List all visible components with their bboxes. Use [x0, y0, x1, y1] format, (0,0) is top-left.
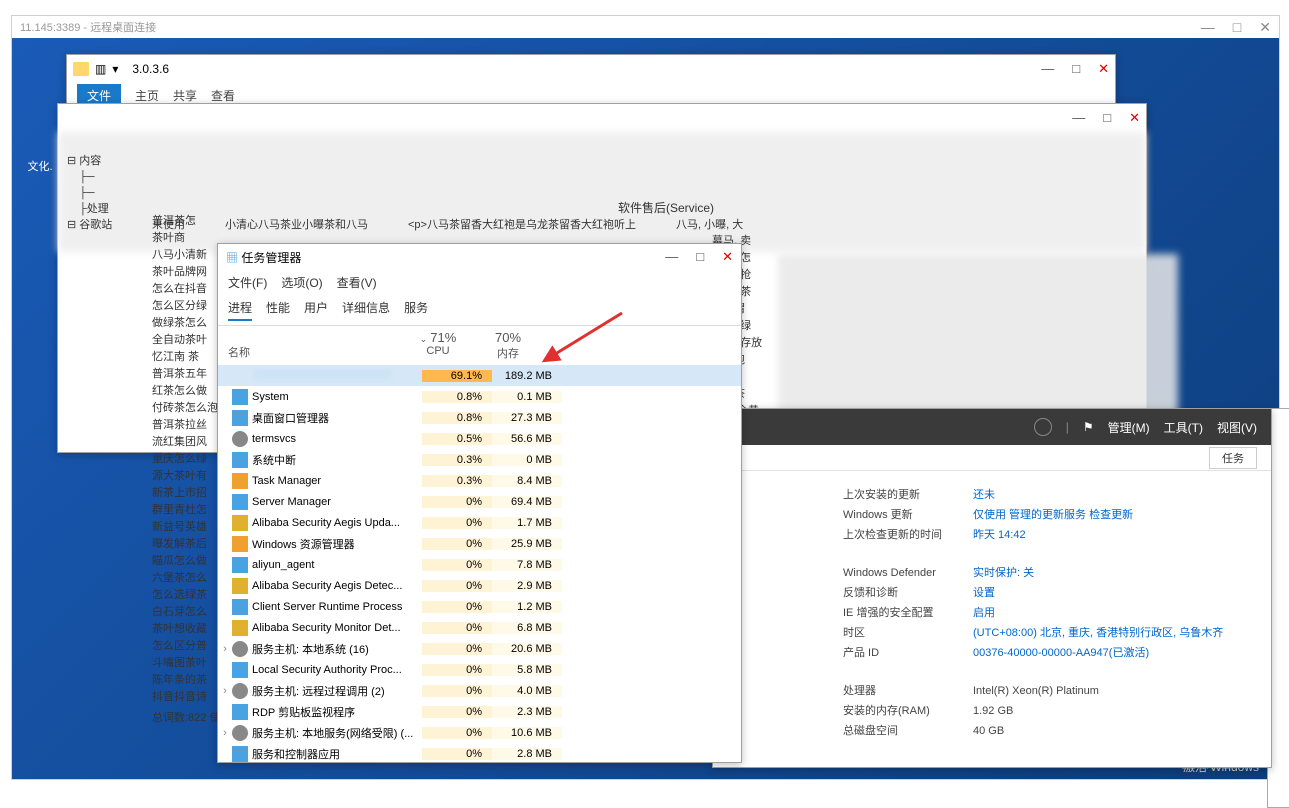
process-row[interactable]: ›服务主机: 远程过程调用 (2)0%4.0 MB — [218, 680, 741, 701]
qat-down-icon[interactable]: ▾ — [112, 62, 118, 76]
menu-manage[interactable]: 管理(M) — [1108, 419, 1150, 436]
process-row[interactable]: ›服务主机: 本地服务(网络受限) (...0%10.6 MB — [218, 722, 741, 743]
tree-item[interactable]: 谷歌站 — [79, 219, 112, 231]
info-row: 上次安装的更新还未 — [843, 485, 1251, 505]
info-row: 时区(UTC+08:00) 北京, 重庆, 香港特别行政区, 乌鲁木齐 — [843, 623, 1251, 643]
menu-view[interactable]: 查看(V) — [337, 274, 377, 291]
tab-details[interactable]: 详细信息 — [342, 299, 390, 321]
qat-doc-icon[interactable]: ▥ — [95, 62, 106, 76]
tm-columns: 名称 ⌄ 71%CPU 70%内存 — [218, 326, 741, 365]
win-min-icon[interactable]: — — [665, 249, 678, 265]
tab-home[interactable]: 主页 — [135, 87, 159, 104]
process-row[interactable]: 系统中断0.3%0 MB — [218, 449, 741, 470]
info-row: IE 增强的安全配置启用 — [843, 603, 1251, 623]
menu-options[interactable]: 选项(O) — [281, 274, 322, 291]
info-row: 安装的内存(RAM)1.92 GB — [843, 701, 1251, 721]
process-row[interactable]: aliyun_agent0%7.8 MB — [218, 554, 741, 575]
process-row[interactable]: ›服务主机: 本地系统 (16)0%20.6 MB — [218, 638, 741, 659]
info-row: 总磁盘空间40 GB — [843, 721, 1251, 741]
win-close-icon[interactable]: ✕ — [1129, 110, 1140, 126]
rdc-min-icon[interactable]: — — [1201, 19, 1215, 36]
process-row[interactable]: Alibaba Security Aegis Detec...0%2.9 MB — [218, 575, 741, 596]
tree-sidebar: ⊟ 内容 ├─ ├─ ├处理 ⊟ 谷歌站 — [67, 153, 147, 233]
win-close-icon[interactable]: ✕ — [722, 249, 733, 265]
rdc-close-icon[interactable]: ✕ — [1259, 19, 1271, 36]
tab-processes[interactable]: 进程 — [228, 299, 252, 321]
process-row[interactable]: 桌面窗口管理器0.8%27.3 MB — [218, 407, 741, 428]
process-row[interactable]: termsvcs0.5%56.6 MB — [218, 428, 741, 449]
task-manager-window: ▦ 任务管理器 — □ ✕ 文件(F) 选项(O) 查看(V) 进程 性能 用户… — [217, 243, 742, 763]
phrase-row: 未使用 小清心八马茶业小曝茶和八马 <p>八马茶留香大红袍是乌龙茶留香大红袍听上… — [152, 216, 743, 232]
tree-item[interactable]: 内容 — [79, 155, 101, 167]
process-row[interactable]: 服务和控制器应用0%2.8 MB — [218, 743, 741, 764]
process-row[interactable]: Server Manager0%69.4 MB — [218, 491, 741, 512]
tree-item[interactable]: 处理 — [87, 203, 109, 215]
flag-icon[interactable]: ⚑ — [1083, 420, 1094, 434]
list-item[interactable]: 普洱茶怎 — [152, 213, 232, 230]
explorer-path: 3.0.3.6 — [132, 62, 169, 76]
tab-services[interactable]: 服务 — [404, 299, 428, 321]
tm-title: 任务管理器 — [241, 251, 301, 265]
tab-users[interactable]: 用户 — [304, 299, 328, 321]
win-max-icon[interactable]: □ — [1103, 110, 1111, 126]
sys-top-bar: | ⚑ 管理(M) 工具(T) 视图(V) — [713, 409, 1271, 445]
process-row[interactable]: Windows 资源管理器0%25.9 MB — [218, 533, 741, 554]
process-row[interactable]: System0.8%0.1 MB — [218, 386, 741, 407]
refresh-icon[interactable] — [1034, 418, 1052, 436]
info-row: 反馈和诊断设置 — [843, 583, 1251, 603]
menu-file[interactable]: 文件(F) — [228, 274, 267, 291]
process-row[interactable]: Task Manager0.3%8.4 MB — [218, 470, 741, 491]
info-row: Windows Defender实时保护: 关 — [843, 563, 1251, 583]
win-min-icon[interactable]: — — [1041, 61, 1054, 77]
menu-view[interactable]: 视图(V) — [1217, 419, 1257, 436]
process-row[interactable]: RDP 剪贴板监视程序0%2.3 MB — [218, 701, 741, 722]
rdc-titlebar: 11.145:3389 - 远程桌面连接 — □ ✕ — [12, 16, 1279, 38]
col-mem[interactable]: 70%内存 — [473, 326, 543, 365]
info-row: 处理器Intel(R) Xeon(R) Platinum — [843, 681, 1251, 701]
tab-performance[interactable]: 性能 — [266, 299, 290, 321]
annotation-arrow-icon — [542, 308, 632, 368]
menu-tools[interactable]: 工具(T) — [1164, 419, 1203, 436]
process-row[interactable]: Alibaba Security Monitor Det...0%6.8 MB — [218, 617, 741, 638]
tab-view[interactable]: 查看 — [211, 87, 235, 104]
info-row: Windows 更新仅使用 管理的更新服务 检查更新 — [843, 505, 1251, 525]
server-manager-window: | ⚑ 管理(M) 工具(T) 视图(V) 任务 上次安装的更新还未Window… — [712, 408, 1272, 768]
win-close-icon[interactable]: ✕ — [1098, 61, 1109, 77]
col-name[interactable]: 名称 — [218, 326, 403, 365]
info-row: 上次检查更新的时间昨天 14:42 — [843, 525, 1251, 545]
system-info: 上次安装的更新还未Windows 更新仅使用 管理的更新服务 检查更新上次检查更… — [713, 471, 1271, 741]
info-row: 产品 ID00376-40000-00000-AA947(已激活) — [843, 643, 1251, 663]
col-cpu[interactable]: ⌄ 71%CPU — [403, 326, 473, 365]
win-min-icon[interactable]: — — [1072, 110, 1085, 126]
win-max-icon[interactable]: □ — [1072, 61, 1080, 77]
process-row[interactable]: Alibaba Security Aegis Upda...0%1.7 MB — [218, 512, 741, 533]
service-label: 软件售后(Service) — [618, 199, 714, 216]
process-row[interactable]: Client Server Runtime Process0%1.2 MB — [218, 596, 741, 617]
tasks-button[interactable]: 任务 — [1209, 447, 1257, 469]
folder-icon — [73, 62, 89, 76]
win-max-icon[interactable]: □ — [696, 249, 704, 265]
tab-share[interactable]: 共享 — [173, 87, 197, 104]
process-row[interactable]: 69.1%189.2 MB — [218, 365, 741, 386]
rdc-max-icon[interactable]: □ — [1233, 19, 1241, 36]
process-list: 69.1%189.2 MB System0.8%0.1 MB 桌面窗口管理器0.… — [218, 365, 741, 764]
rdc-title-text: 11.145:3389 - 远程桌面连接 — [20, 19, 156, 35]
process-row[interactable]: Local Security Authority Proc...0%5.8 MB — [218, 659, 741, 680]
remote-desktop: 文化. ▥ ▾ 3.0.3.6 — □ ✕ 文件 主页 共享 查看 — [12, 38, 1279, 779]
